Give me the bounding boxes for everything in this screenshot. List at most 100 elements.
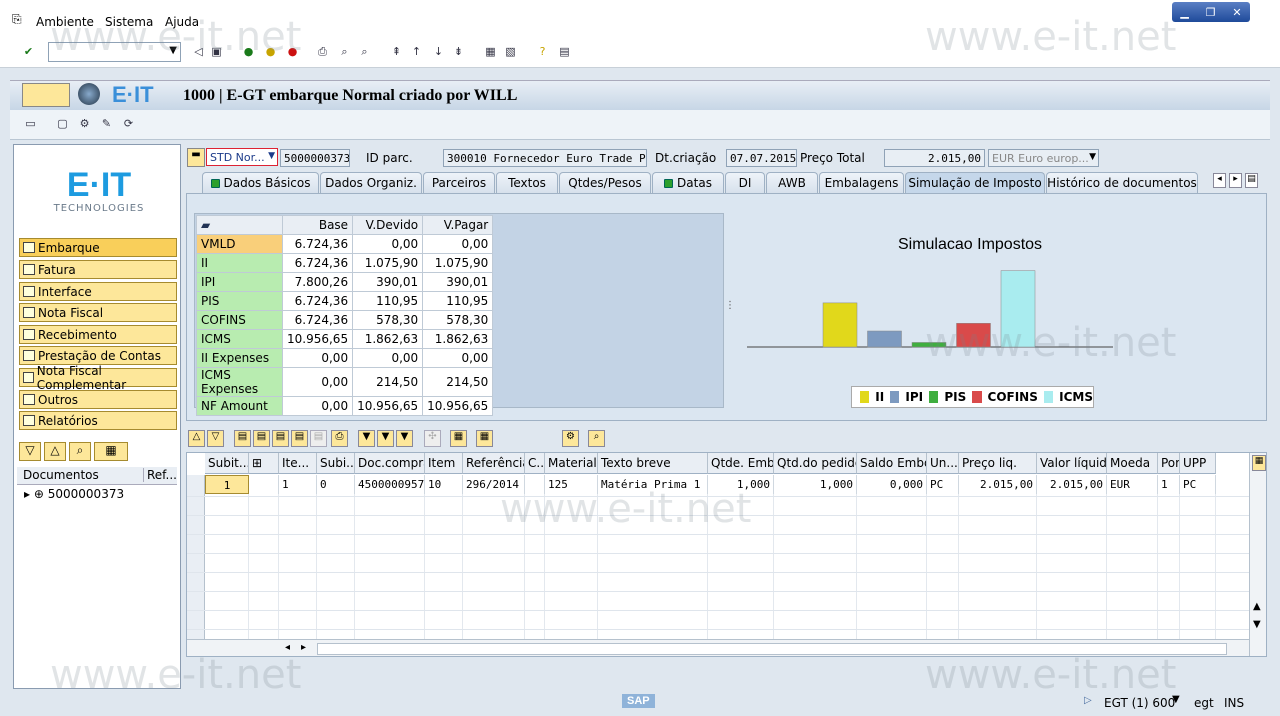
grid-column-header[interactable]: Qtde. Emb — [708, 453, 774, 474]
insert-mode[interactable]: INS — [1224, 696, 1244, 710]
print-icon[interactable]: ⎙ — [331, 430, 348, 447]
scroll-up-icon[interactable]: ▲ — [1253, 601, 1261, 612]
folder-icon[interactable]: ▬ — [187, 148, 205, 167]
hierarchy-icon[interactable]: ⊞ — [249, 453, 279, 474]
tab-embalagens[interactable]: Embalagens — [819, 172, 904, 193]
change-icon[interactable]: ⚙ — [76, 115, 93, 132]
append-row-icon[interactable]: ▤ — [272, 430, 289, 447]
menu-toggle-button[interactable] — [22, 83, 70, 107]
grid-column-header[interactable]: Por — [1158, 453, 1180, 474]
table-menu-icon[interactable]: ▰ — [196, 215, 283, 235]
scroll-thumb[interactable] — [317, 643, 1227, 655]
export-icon[interactable]: ▦ — [450, 430, 467, 447]
delete-row-icon[interactable]: ▤ — [291, 430, 308, 447]
tab-simulacao-imposto[interactable]: Simulação de Imposto — [905, 172, 1045, 193]
refresh-icon[interactable]: ⟳ — [120, 115, 137, 132]
nav-recebimento[interactable]: Recebimento — [19, 325, 177, 344]
copy-row-icon[interactable]: ▤ — [310, 430, 327, 447]
collapse-icon[interactable]: △ — [44, 442, 66, 461]
insert-row-icon[interactable]: ▤ — [253, 430, 270, 447]
grid-column-header[interactable]: Texto breve — [598, 453, 708, 474]
enter-icon[interactable]: ✔ — [20, 43, 37, 60]
command-field[interactable]: ▼ — [48, 42, 181, 62]
scroll-right-icon[interactable]: ▸ — [301, 642, 306, 653]
scroll-left-icon[interactable]: ◂ — [1213, 173, 1226, 188]
chevron-down-icon[interactable]: ▼ — [169, 45, 177, 56]
grid-column-header[interactable]: Referência — [463, 453, 525, 474]
calc-icon[interactable]: ⚙ — [562, 430, 579, 447]
exit-icon[interactable]: ● — [262, 43, 279, 60]
sort-asc-icon[interactable]: △ — [188, 430, 205, 447]
layout-icon[interactable]: ▦ — [476, 430, 493, 447]
sort-desc-icon[interactable]: ▽ — [207, 430, 224, 447]
shortcut-icon[interactable]: ▧ — [502, 43, 519, 60]
chevron-down-icon[interactable]: ▼ — [1172, 694, 1180, 705]
nav-embarque[interactable]: Embarque — [19, 238, 177, 257]
nav-interface[interactable]: Interface — [19, 282, 177, 301]
tab-qtdes-pesos[interactable]: Qtdes/Pesos — [559, 172, 651, 193]
help-icon[interactable]: ? — [534, 43, 551, 60]
grid-cell[interactable]: 1 — [205, 475, 249, 494]
grid-column-header[interactable]: Ite... — [279, 453, 317, 474]
maximize-icon[interactable]: ❐ — [1206, 6, 1216, 19]
tab-di[interactable]: DI — [725, 172, 765, 193]
last-page-icon[interactable]: ⇟ — [450, 43, 467, 60]
filter-set-icon[interactable]: ▼ — [377, 430, 394, 447]
grid-column-header[interactable]: Saldo Embq — [857, 453, 927, 474]
tab-parceiros[interactable]: Parceiros — [423, 172, 495, 193]
nav-nota-fiscal[interactable]: Nota Fiscal — [19, 303, 177, 322]
tab-historico-documentos[interactable]: Histórico de documentos — [1046, 172, 1198, 193]
menu-icon[interactable]: ⎘ — [12, 12, 22, 27]
grid-column-header[interactable]: Un... — [927, 453, 959, 474]
edit-icon[interactable]: ✎ — [98, 115, 115, 132]
tree-node[interactable]: ▸ ⊕ 5000000373 — [24, 487, 124, 501]
back-icon[interactable]: ● — [240, 43, 257, 60]
grid-column-header[interactable]: C... — [525, 453, 545, 474]
currency-select[interactable]: EUR Euro europ... ▼ — [988, 149, 1099, 167]
minimize-icon[interactable]: ▁ — [1180, 6, 1188, 19]
scroll-down-icon[interactable]: ▼ — [1253, 619, 1261, 630]
scroll-left-icon[interactable]: ◂ — [285, 642, 290, 653]
filter-icon[interactable]: ▼ — [358, 430, 375, 447]
print-icon[interactable]: ⎙ — [314, 43, 331, 60]
column-config-icon[interactable]: ▦ — [1252, 455, 1266, 471]
nav-relatorios[interactable]: Relatórios — [19, 411, 177, 430]
status-expand-icon[interactable]: ▷ — [1084, 695, 1092, 706]
tab-datas[interactable]: Datas — [652, 172, 724, 193]
grid-column-header[interactable]: Doc.compras — [355, 453, 425, 474]
zoom-icon[interactable]: ⌕ — [588, 430, 605, 447]
nav-fatura[interactable]: Fatura — [19, 260, 177, 279]
new-session-icon[interactable]: ▦ — [482, 43, 499, 60]
nav-nota-fiscal-complementar[interactable]: Nota Fiscal Complementar — [19, 364, 177, 392]
new-document-icon[interactable]: ▢ — [54, 115, 71, 132]
grid-column-header[interactable]: Subi... — [317, 453, 355, 474]
close-icon[interactable]: ✕ — [1232, 6, 1241, 19]
grid-column-header[interactable]: UPP — [1180, 453, 1216, 474]
expand-icon[interactable]: ▽ — [19, 442, 41, 461]
overview-icon[interactable]: ▭ — [22, 115, 39, 132]
first-page-icon[interactable]: ⇞ — [388, 43, 405, 60]
tab-awb[interactable]: AWB — [766, 172, 818, 193]
tab-dados-basicos[interactable]: Dados Básicos — [202, 172, 319, 193]
horizontal-scrollbar[interactable]: ◂ ▸ — [187, 639, 1249, 656]
cancel-icon[interactable]: ● — [284, 43, 301, 60]
sum-icon[interactable]: ✣ — [424, 430, 441, 447]
save-icon[interactable]: ▣ — [208, 43, 225, 60]
details-icon[interactable]: ▤ — [234, 430, 251, 447]
grid-column-header[interactable]: Valor líquido — [1037, 453, 1107, 474]
find-next-icon[interactable]: ⌕ — [356, 43, 373, 60]
doc-type-select[interactable]: STD Nor... ▼ — [206, 148, 278, 166]
system-info[interactable]: EGT (1) 600 — [1104, 696, 1175, 710]
back-arrow-icon[interactable]: ◁ — [190, 43, 207, 60]
find-icon[interactable]: ⌕ — [336, 43, 353, 60]
next-page-icon[interactable]: ↓ — [430, 43, 447, 60]
table-icon[interactable]: ▦ — [94, 442, 128, 461]
nav-prestacao-contas[interactable]: Prestação de Contas — [19, 346, 177, 365]
prev-page-icon[interactable]: ↑ — [408, 43, 425, 60]
vertical-scrollbar[interactable]: ▦ ▲ ▼ — [1249, 453, 1266, 656]
filter-delete-icon[interactable]: ▼ — [396, 430, 413, 447]
tab-dados-organiz[interactable]: Dados Organiz. — [320, 172, 422, 193]
layout-icon[interactable]: ▤ — [556, 43, 573, 60]
nav-outros[interactable]: Outros — [19, 390, 177, 409]
menu-sistema[interactable]: Sistema — [105, 15, 153, 29]
